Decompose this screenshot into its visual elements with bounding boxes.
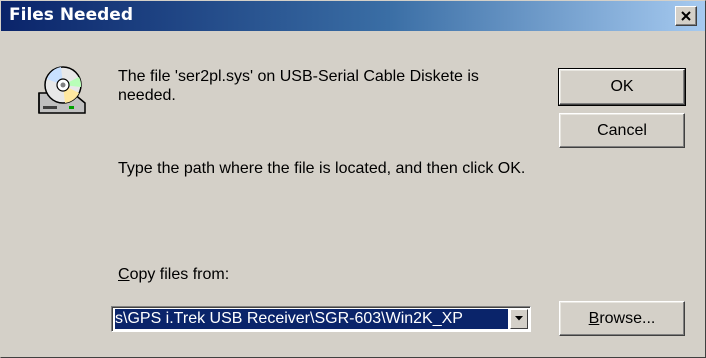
copy-files-from-mnemonic: C: [118, 266, 130, 283]
cancel-button[interactable]: Cancel: [559, 113, 685, 148]
copy-files-from-input[interactable]: s\GPS i.Trek USB Receiver\SGR-603\Win2K_…: [115, 309, 508, 329]
copy-files-from-value: s\GPS i.Trek USB Receiver\SGR-603\Win2K_…: [115, 310, 463, 327]
copy-files-from-combobox[interactable]: s\GPS i.Trek USB Receiver\SGR-603\Win2K_…: [111, 306, 531, 332]
title-bar[interactable]: Files Needed: [1, 1, 705, 31]
close-button[interactable]: [675, 6, 697, 26]
dropdown-button[interactable]: [510, 309, 528, 329]
disk-drive-icon: [38, 66, 86, 114]
copy-files-from-label-text: opy files from:: [129, 266, 230, 283]
chevron-down-icon: [515, 316, 523, 321]
files-needed-dialog: Files Needed The file 'ser2pl.sys' on US…: [0, 0, 706, 358]
instruction-message: Type the path where the file is located,…: [118, 160, 526, 177]
close-icon: [681, 11, 691, 21]
browse-button[interactable]: Browse...: [559, 301, 685, 336]
window-title: Files Needed: [9, 5, 133, 25]
browse-label-text: rowse...: [599, 310, 656, 327]
missing-file-message: The file 'ser2pl.sys' on USB-Serial Cabl…: [118, 68, 479, 104]
ok-button[interactable]: OK: [558, 68, 686, 106]
copy-files-from-label: Copy files from:: [118, 266, 229, 284]
browse-mnemonic: B: [588, 310, 600, 327]
